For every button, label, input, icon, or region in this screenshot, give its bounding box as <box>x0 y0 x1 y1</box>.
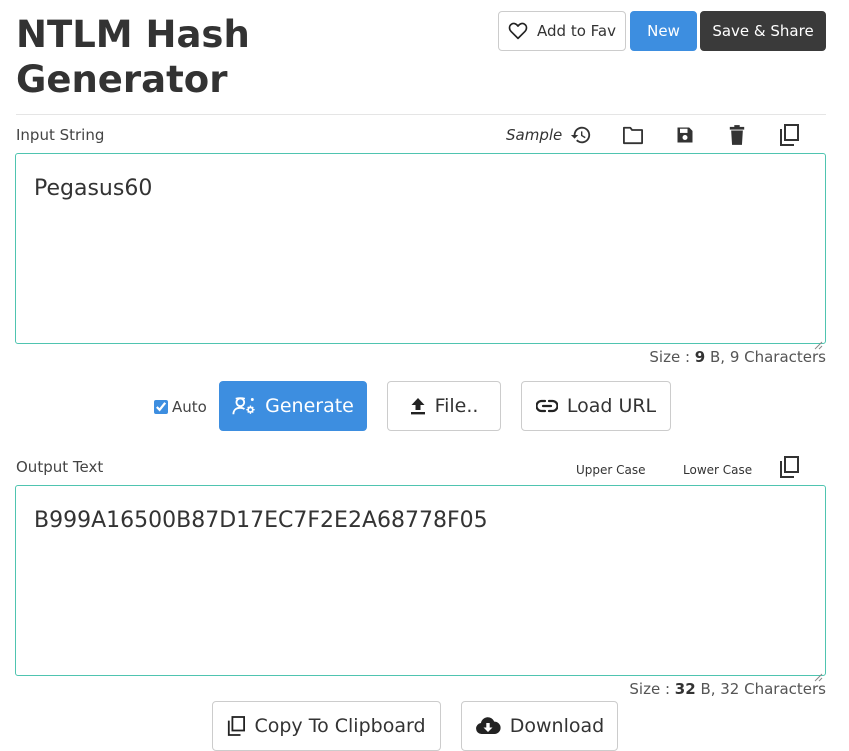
download-button[interactable]: Download <box>461 701 618 751</box>
trash-icon[interactable] <box>726 124 748 146</box>
add-to-fav-button[interactable]: Add to Fav <box>498 11 626 51</box>
output-size-info: Size : 32 B, 32 Characters <box>629 680 826 698</box>
input-label: Input String <box>16 126 105 144</box>
add-to-fav-label: Add to Fav <box>537 22 616 40</box>
copy-icon[interactable] <box>778 124 800 146</box>
generate-label: Generate <box>265 395 354 417</box>
input-size-info: Size : 9 B, 9 Characters <box>649 348 826 366</box>
resize-handle-icon[interactable] <box>813 331 823 350</box>
download-label: Download <box>509 715 605 737</box>
new-button[interactable]: New <box>630 11 697 51</box>
folder-icon[interactable] <box>622 124 644 146</box>
save-share-button[interactable]: Save & Share <box>700 11 826 51</box>
load-url-button[interactable]: Load URL <box>521 381 671 431</box>
user-gear-icon <box>232 395 256 417</box>
generate-button[interactable]: Generate <box>219 381 367 431</box>
file-button[interactable]: File.. <box>387 381 501 431</box>
file-label: File.. <box>434 395 479 417</box>
lower-case-button[interactable]: Lower Case <box>683 463 752 477</box>
link-icon <box>535 399 558 413</box>
auto-label: Auto <box>172 398 207 416</box>
input-textarea[interactable]: Pegasus60 <box>15 153 826 350</box>
divider <box>16 114 826 115</box>
history-icon[interactable] <box>570 124 592 146</box>
upload-icon <box>410 397 426 415</box>
copy-to-clipboard-button[interactable]: Copy To Clipboard <box>212 701 441 751</box>
resize-handle-icon[interactable] <box>813 663 823 682</box>
page-title: NTLM Hash Generator <box>16 13 250 101</box>
sample-link[interactable]: Sample <box>506 126 562 144</box>
copy-icon <box>227 716 246 736</box>
output-textarea[interactable]: B999A16500B87D17EC7F2E2A68778F05 <box>15 485 826 682</box>
auto-toggle[interactable]: Auto <box>154 398 207 416</box>
output-value: B999A16500B87D17EC7F2E2A68778F05 <box>34 508 488 533</box>
input-value: Pegasus60 <box>34 176 153 201</box>
copy-label: Copy To Clipboard <box>254 715 426 737</box>
auto-checkbox[interactable] <box>154 400 168 414</box>
output-label: Output Text <box>16 458 104 476</box>
cloud-download-icon <box>475 716 501 736</box>
save-icon[interactable] <box>674 124 696 146</box>
copy-icon[interactable] <box>778 456 800 478</box>
upper-case-button[interactable]: Upper Case <box>576 463 646 477</box>
heart-icon <box>508 22 528 40</box>
load-url-label: Load URL <box>566 395 657 417</box>
